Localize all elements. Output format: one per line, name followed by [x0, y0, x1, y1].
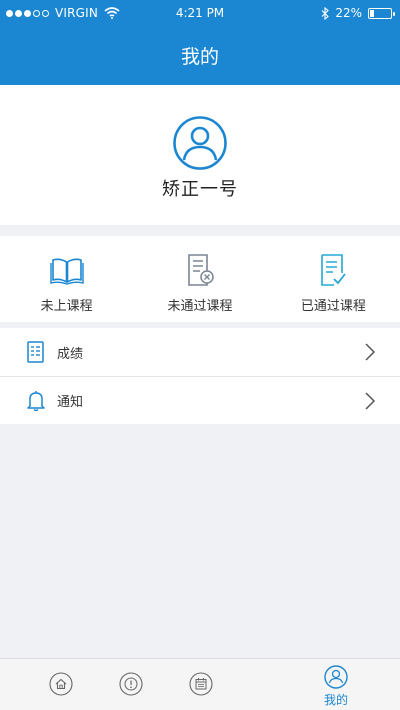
course-item-passed[interactable]: 已通过课程	[267, 236, 400, 322]
course-label: 未通过课程	[167, 299, 233, 314]
battery-fill	[370, 9, 375, 17]
menu-item-grades[interactable]: 成绩	[0, 328, 400, 376]
course-label: 已通过课程	[300, 299, 366, 314]
tab-label: 我的	[323, 693, 348, 707]
battery-icon	[368, 7, 395, 19]
tab-home[interactable]	[31, 659, 91, 710]
tab-calendar[interactable]	[171, 659, 231, 710]
page-title: 我的	[180, 46, 219, 68]
document-x-icon	[188, 254, 214, 286]
tab-bar: 我的	[0, 658, 400, 710]
alert-icon	[119, 672, 143, 696]
status-right: 22%	[321, 6, 395, 20]
document-check-icon	[321, 254, 347, 286]
course-status-row: 未上课程 未通过课程 已通过课程	[0, 236, 400, 322]
status-bar: VIRGIN 4:21 PM 22%	[0, 0, 400, 28]
profile-section: 矫正一号	[0, 85, 400, 225]
tab-mine[interactable]: 我的	[306, 659, 366, 710]
avatar-icon[interactable]	[173, 116, 227, 170]
bluetooth-icon	[321, 6, 330, 20]
chevron-right-icon	[365, 343, 376, 361]
course-item-not-passed[interactable]: 未通过课程	[133, 236, 266, 322]
battery-percent: 22%	[335, 6, 362, 20]
bell-icon	[27, 390, 45, 411]
tab-alerts[interactable]	[101, 659, 161, 710]
user-name: 矫正一号	[162, 179, 238, 200]
menu-label: 成绩	[57, 346, 84, 362]
home-icon	[49, 672, 73, 696]
header-bar: VIRGIN 4:21 PM 22% 我的	[0, 0, 400, 85]
menu-label: 通知	[57, 395, 84, 410]
course-item-not-taken[interactable]: 未上课程	[0, 236, 133, 322]
profile-icon	[324, 665, 348, 689]
chevron-right-icon	[365, 392, 376, 410]
course-label: 未上课程	[40, 299, 93, 314]
menu-item-notifications[interactable]: 通知	[0, 376, 400, 424]
menu-list: 成绩 通知	[0, 328, 400, 424]
report-card-icon	[27, 341, 44, 363]
calendar-icon	[189, 672, 213, 696]
open-book-icon	[49, 258, 84, 285]
